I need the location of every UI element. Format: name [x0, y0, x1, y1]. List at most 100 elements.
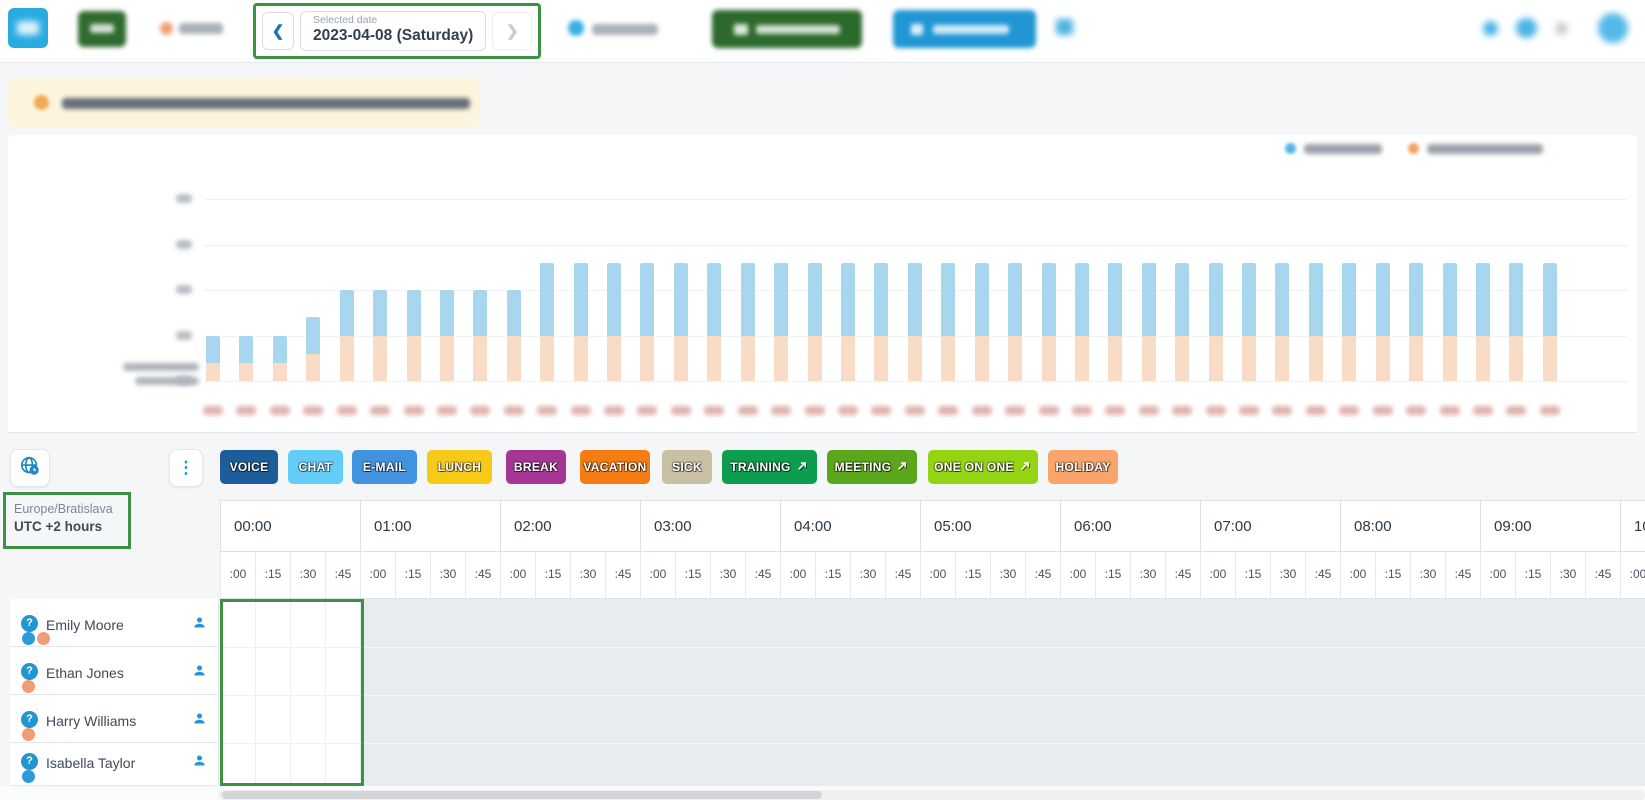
redacted-x-tick-label [1272, 406, 1292, 415]
menu-button[interactable] [8, 8, 48, 48]
quarter-header-cell: :00 [1340, 552, 1375, 599]
category-label: VOICE [230, 460, 269, 474]
employee-row-isabella-taylor[interactable]: ?Isabella Taylor [10, 743, 218, 786]
forward-arrow-icon [896, 459, 909, 475]
redacted-x-tick-label [604, 406, 624, 415]
next-day-button[interactable]: ❯ [492, 12, 532, 50]
redacted-add-label [592, 24, 658, 35]
redacted-x-tick-label [1506, 406, 1526, 415]
previous-day-button[interactable]: ❮ [262, 12, 294, 50]
quarter-header-cell: :30 [710, 552, 745, 599]
category-button-one-on-one[interactable]: ONE ON ONE [928, 450, 1038, 484]
hour-header-0600: 06:00 [1060, 500, 1200, 552]
person-icon[interactable] [192, 711, 207, 731]
bar-blue-02:00 [473, 290, 487, 335]
category-button-training[interactable]: TRAINING [722, 450, 817, 484]
person-icon[interactable] [192, 753, 207, 773]
category-button-holiday[interactable]: HOLIDAY [1048, 450, 1118, 484]
category-label: SICK [672, 460, 702, 474]
category-button-sick[interactable]: SICK [662, 450, 712, 484]
employee-row-emily-moore[interactable]: ?Emily Moore [10, 599, 218, 647]
quarter-header-cell: :15 [815, 552, 850, 599]
status-dot-orange [37, 632, 50, 645]
selected-date-field[interactable]: Selected date 2023-04-08 (Saturday) [300, 11, 486, 51]
bar-orange-04:15 [774, 336, 788, 381]
bar-blue-05:00 [874, 263, 888, 336]
redacted-x-tick-label [1072, 406, 1092, 415]
redacted-x-tick-label [905, 406, 925, 415]
bar-blue-01:45 [440, 290, 454, 335]
vertical-dots-icon: ⋮ [178, 458, 195, 478]
bar-blue-10:00 [1543, 263, 1557, 336]
quarter-header-cell: :00 [220, 552, 255, 599]
redacted-pencil-icon[interactable] [1056, 19, 1073, 35]
bar-blue-03:00 [607, 263, 621, 336]
person-icon[interactable] [192, 615, 207, 635]
redacted-toolbar-icon-1[interactable] [1483, 21, 1498, 36]
bar-blue-09:45 [1509, 263, 1523, 336]
bar-orange-03:45 [707, 336, 721, 381]
redacted-toolbar-icon-3[interactable] [1555, 22, 1568, 35]
horizontal-scrollbar-thumb[interactable] [222, 791, 822, 799]
redacted-x-tick-label [1039, 406, 1059, 415]
redacted-blue-action-button[interactable] [893, 10, 1036, 48]
quarter-header-cell: :15 [1375, 552, 1410, 599]
redacted-y-tick-label [176, 194, 192, 203]
schedule-grid-body[interactable] [220, 599, 1645, 786]
bar-blue-01:15 [373, 290, 387, 335]
bar-orange-04:30 [808, 336, 822, 381]
redacted-y-tick-label [176, 285, 192, 294]
help-icon[interactable]: ? [21, 615, 38, 632]
quarter-header-cell: :30 [430, 552, 465, 599]
help-icon[interactable]: ? [21, 711, 38, 728]
redacted-status-dot [160, 22, 173, 35]
redacted-x-tick-label [805, 406, 825, 415]
bar-blue-05:45 [975, 263, 989, 336]
redacted-x-tick-label [838, 406, 858, 415]
redacted-user-avatar-icon[interactable] [1598, 13, 1628, 43]
redacted-toolbar-icon-2[interactable] [1516, 18, 1537, 38]
redacted-x-tick-label [236, 406, 256, 415]
redacted-green-button[interactable] [78, 11, 126, 47]
redacted-green-action-button[interactable] [712, 10, 862, 48]
quarter-header-cell: :15 [955, 552, 990, 599]
redacted-add-icon[interactable] [568, 20, 584, 36]
redacted-x-tick-label [1373, 406, 1393, 415]
help-icon[interactable]: ? [21, 663, 38, 680]
redacted-x-tick-label [203, 406, 223, 415]
quarter-header-cell: :15 [1095, 552, 1130, 599]
employee-row-harry-williams[interactable]: ?Harry Williams [10, 695, 218, 743]
bar-orange-05:00 [874, 336, 888, 381]
bar-orange-05:45 [975, 336, 989, 381]
bar-blue-00:15 [239, 336, 253, 363]
category-button-vacation[interactable]: VACATION [580, 450, 650, 484]
bar-orange-02:45 [574, 336, 588, 381]
redacted-y-tick-label [176, 331, 192, 340]
bar-blue-01:00 [340, 290, 354, 335]
bar-blue-04:00 [741, 263, 755, 336]
category-button-meeting[interactable]: MEETING [827, 450, 917, 484]
category-button-voice[interactable]: VOICE [220, 450, 278, 484]
quarter-header-cell: :45 [1025, 552, 1060, 599]
category-button-e-mail[interactable]: E-MAIL [352, 450, 417, 484]
bar-blue-08:00 [1275, 263, 1289, 336]
bar-blue-05:15 [908, 263, 922, 336]
bar-blue-02:15 [507, 290, 521, 335]
category-button-chat[interactable]: CHAT [288, 450, 343, 484]
bar-blue-03:15 [640, 263, 654, 336]
globe-clock-icon [19, 455, 41, 482]
redacted-x-tick-label [504, 406, 524, 415]
employee-row-ethan-jones[interactable]: ?Ethan Jones [10, 647, 218, 695]
category-button-lunch[interactable]: LUNCH [427, 450, 492, 484]
highlighted-hour-column[interactable] [220, 599, 360, 786]
timezone-globe-button[interactable] [10, 449, 50, 487]
chevron-right-icon: ❯ [506, 22, 519, 40]
category-button-break[interactable]: BREAK [506, 450, 566, 484]
help-icon[interactable]: ? [21, 753, 38, 770]
more-options-button[interactable]: ⋮ [169, 449, 203, 487]
bar-orange-02:15 [507, 336, 521, 381]
hour-header-0200: 02:00 [500, 500, 640, 552]
bar-orange-00:30 [273, 363, 287, 381]
category-label: ONE ON ONE [934, 460, 1014, 474]
person-icon[interactable] [192, 663, 207, 683]
